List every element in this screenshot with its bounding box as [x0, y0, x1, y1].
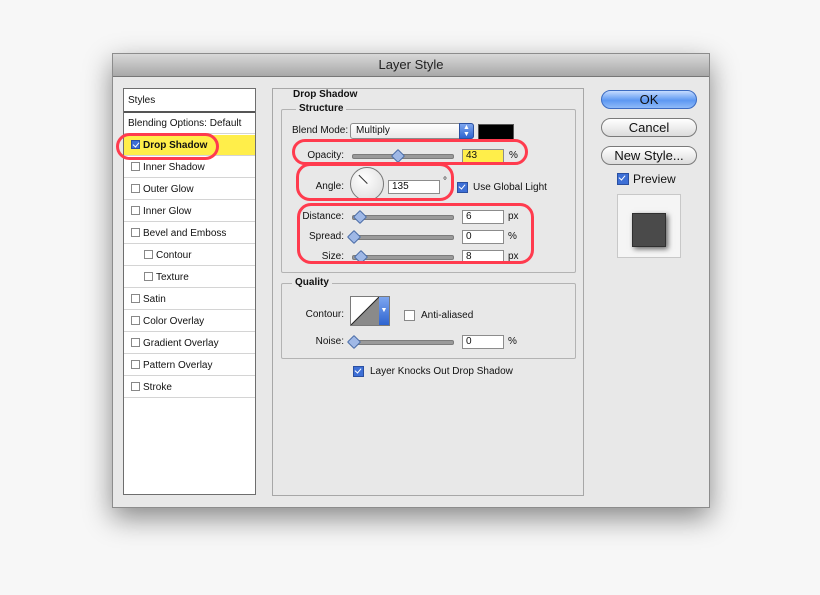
style-item-label: Satin	[143, 294, 166, 305]
anti-aliased-checkbox[interactable]	[404, 310, 415, 321]
spread-unit: %	[508, 231, 517, 242]
style-item-label: Pattern Overlay	[143, 360, 213, 371]
use-global-light-label: Use Global Light	[473, 182, 547, 193]
cancel-button[interactable]: Cancel	[601, 118, 697, 137]
style-item-stroke[interactable]: Stroke	[124, 377, 255, 398]
angle-input[interactable]: 135	[388, 180, 440, 194]
dialog-title: Layer Style	[113, 54, 709, 77]
opacity-label: Opacity:	[307, 150, 344, 161]
angle-dial-needle	[358, 174, 368, 184]
structure-title: Structure	[296, 103, 347, 114]
distance-slider-handle[interactable]	[352, 209, 368, 225]
style-item-bevel-and-emboss[interactable]: Bevel and Emboss	[124, 223, 255, 244]
preview-checkbox[interactable]	[617, 173, 629, 185]
style-item-pattern-overlay[interactable]: Pattern Overlay	[124, 355, 255, 376]
opacity-input[interactable]: 43	[462, 149, 504, 163]
style-item-label: Contour	[156, 250, 192, 261]
spread-slider[interactable]	[352, 235, 454, 240]
opacity-slider-handle[interactable]	[390, 148, 406, 164]
outer-glow-checkbox[interactable]	[131, 184, 140, 193]
style-item-label: Gradient Overlay	[143, 338, 219, 349]
style-item-drop-shadow[interactable]: Drop Shadow	[124, 135, 255, 156]
style-item-label: Outer Glow	[143, 184, 194, 195]
quality-title: Quality	[292, 277, 332, 288]
style-item-label: Drop Shadow	[143, 140, 208, 151]
preview-thumbnail	[617, 194, 681, 258]
select-arrows-icon: ▲ ▼	[459, 123, 474, 139]
angle-dial[interactable]	[350, 167, 384, 201]
layer-style-dialog: Layer Style Styles Blending Options: Def…	[112, 53, 710, 508]
style-item-inner-glow[interactable]: Inner Glow	[124, 201, 255, 222]
inner-glow-checkbox[interactable]	[131, 206, 140, 215]
noise-slider[interactable]	[352, 340, 454, 345]
spread-label: Spread:	[308, 231, 344, 242]
size-unit: px	[508, 251, 519, 262]
distance-slider[interactable]	[352, 215, 454, 220]
new-style-button[interactable]: New Style...	[601, 146, 697, 165]
style-item-label: Inner Glow	[143, 206, 192, 217]
blend-mode-select[interactable]: Multiply ▲ ▼	[350, 123, 474, 139]
preview-shape	[632, 213, 666, 247]
spread-input[interactable]: 0	[462, 230, 504, 244]
style-item-color-overlay[interactable]: Color Overlay	[124, 311, 255, 332]
noise-slider-handle[interactable]	[346, 334, 362, 350]
drop-shadow-section-title: Drop Shadow	[291, 89, 360, 100]
texture-checkbox[interactable]	[144, 272, 153, 281]
preview-label: Preview	[633, 172, 676, 186]
gradient-overlay-checkbox[interactable]	[131, 338, 140, 347]
style-item-label: Texture	[156, 272, 189, 283]
distance-unit: px	[508, 211, 519, 222]
contour-dropdown-arrow-icon[interactable]: ▼	[379, 297, 389, 325]
contour-curve-icon	[351, 297, 379, 325]
style-item-texture[interactable]: Texture	[124, 267, 255, 288]
inner-shadow-checkbox[interactable]	[131, 162, 140, 171]
satin-checkbox[interactable]	[131, 294, 140, 303]
angle-label: Angle:	[315, 181, 344, 192]
angle-unit: °	[443, 176, 447, 187]
ok-button[interactable]: OK	[601, 90, 697, 109]
blending-options-label: Blending Options: Default	[128, 118, 242, 129]
layer-knocks-out-checkbox[interactable]	[353, 366, 364, 377]
shadow-color-swatch[interactable]	[478, 124, 514, 140]
distance-label: Distance:	[302, 211, 344, 222]
use-global-light-checkbox[interactable]	[457, 182, 468, 193]
distance-input[interactable]: 6	[462, 210, 504, 224]
style-item-label: Stroke	[143, 382, 172, 393]
size-label: Size:	[321, 251, 344, 262]
style-item-label: Color Overlay	[143, 316, 205, 327]
drop-shadow-panel: Drop Shadow Structure Blend Mode: Multip…	[272, 88, 584, 496]
contour-label: Contour:	[305, 309, 344, 320]
blending-options-item[interactable]: Blending Options: Default	[124, 113, 255, 134]
blend-mode-value: Multiply	[356, 125, 390, 136]
layer-knocks-out-label: Layer Knocks Out Drop Shadow	[370, 366, 513, 377]
styles-list: Styles Blending Options: Default Drop Sh…	[123, 88, 256, 495]
style-item-gradient-overlay[interactable]: Gradient Overlay	[124, 333, 255, 354]
stroke-checkbox[interactable]	[131, 382, 140, 391]
anti-aliased-label: Anti-aliased	[421, 310, 474, 321]
style-item-label: Bevel and Emboss	[143, 228, 227, 239]
spread-slider-handle[interactable]	[346, 229, 362, 245]
style-item-satin[interactable]: Satin	[124, 289, 255, 310]
size-input[interactable]: 8	[462, 250, 504, 264]
style-item-outer-glow[interactable]: Outer Glow	[124, 179, 255, 200]
noise-input[interactable]: 0	[462, 335, 504, 349]
styles-header[interactable]: Styles	[124, 89, 255, 113]
style-item-label: Inner Shadow	[143, 162, 205, 173]
styles-header-label: Styles	[128, 95, 156, 106]
pattern-overlay-checkbox[interactable]	[131, 360, 140, 369]
style-item-contour[interactable]: Contour	[124, 245, 255, 266]
style-item-inner-shadow[interactable]: Inner Shadow	[124, 157, 255, 178]
color-overlay-checkbox[interactable]	[131, 316, 140, 325]
bevel-and-emboss-checkbox[interactable]	[131, 228, 140, 237]
blend-mode-label: Blend Mode:	[292, 125, 349, 136]
contour-picker[interactable]: ▼	[350, 296, 390, 326]
size-slider-handle[interactable]	[353, 249, 369, 265]
structure-group: Structure Blend Mode: Multiply ▲ ▼ Opacit…	[281, 103, 576, 273]
contour-checkbox[interactable]	[144, 250, 153, 259]
quality-group: Quality Contour: ▼ Anti-aliased Noise: 0…	[281, 277, 576, 359]
noise-label: Noise:	[315, 336, 344, 347]
drop-shadow-checkbox[interactable]	[131, 140, 140, 149]
noise-unit: %	[508, 336, 517, 347]
opacity-unit: %	[509, 150, 518, 161]
